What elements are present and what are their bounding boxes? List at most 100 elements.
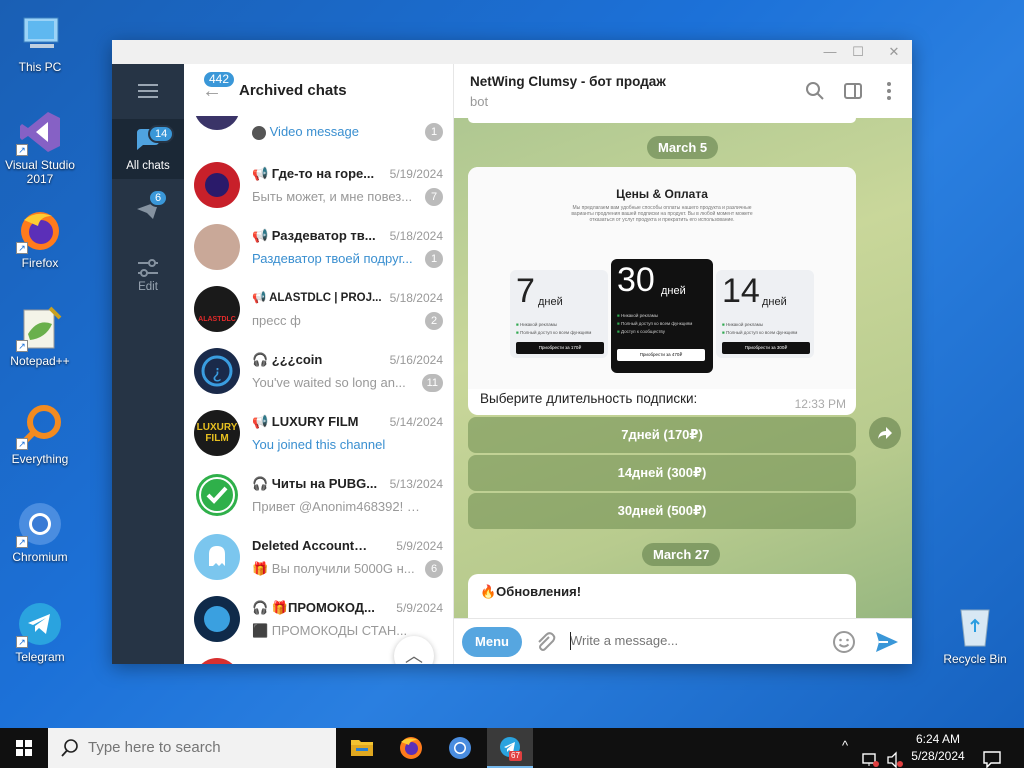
avatar: ALASTDLC bbox=[194, 286, 240, 332]
telegram-window: — ☐ ✕ 14 All chats 6 Edit ← 442 Archived… bbox=[112, 40, 912, 664]
forward-button[interactable] bbox=[869, 417, 901, 449]
forward-arrow-icon bbox=[878, 427, 892, 439]
chat-name: 🎧 ¿¿¿coin bbox=[252, 352, 323, 367]
taskbar-file-explorer[interactable] bbox=[339, 728, 385, 768]
sliders-icon bbox=[138, 259, 158, 277]
taskbar-chromium[interactable] bbox=[437, 728, 483, 768]
desktop-icon-recycle-bin[interactable]: Recycle Bin bbox=[937, 602, 1013, 666]
unread-badge: 14 bbox=[148, 125, 175, 143]
desktop-icon-everything[interactable]: ↗ Everything bbox=[2, 402, 78, 466]
chat-row[interactable]: 📢 Раздеватор тв... 5/18/2024 Раздеватор … bbox=[184, 216, 453, 278]
message-input[interactable] bbox=[570, 633, 810, 648]
bot-menu-button[interactable]: Menu bbox=[462, 627, 522, 657]
conversation-panel: NetWing Clumsy - бот продаж bot March 5 … bbox=[454, 64, 912, 664]
windows-logo-icon bbox=[16, 740, 32, 756]
chat-row[interactable]: 📢 Где-то на горе... 5/19/2024 Быть может… bbox=[184, 154, 453, 216]
chat-row[interactable]: Deleted Account SCAM 5/9/2024 🎁 Вы получи… bbox=[184, 526, 453, 588]
chat-preview: You joined this channel bbox=[252, 437, 386, 452]
avatar: ¿ bbox=[194, 348, 240, 394]
chat-row[interactable]: ¿ 🎧 ¿¿¿coin 5/16/2024 You've waited so l… bbox=[184, 340, 453, 402]
folder-channels[interactable]: 6 bbox=[112, 189, 184, 239]
chat-date: 5/13/2024 bbox=[389, 477, 443, 491]
chat-preview: Video message bbox=[252, 124, 422, 140]
tray-overflow-chevron[interactable]: ^ bbox=[842, 738, 848, 768]
network-icon[interactable] bbox=[862, 740, 880, 768]
pricing-message[interactable]: Цены & Оплата Мы предлагаем вам удобные … bbox=[468, 167, 856, 415]
desktop-icon-firefox[interactable]: ↗ Firefox bbox=[2, 206, 78, 270]
chat-date: 5/9/2024 bbox=[396, 539, 443, 553]
avatar bbox=[194, 224, 240, 270]
desktop-icon-this-pc[interactable]: This PC bbox=[2, 10, 78, 74]
message-time: 12:33 PM bbox=[794, 397, 846, 411]
desktop-icon-visual-studio[interactable]: ↗ Visual Studio 2017 bbox=[2, 108, 78, 186]
chat-preview: пресс ф bbox=[252, 313, 301, 328]
folder-all-chats[interactable]: 14 All chats bbox=[112, 119, 184, 179]
plan-card-7: 7 дней Никакой рекламы Полный доступ ко … bbox=[510, 270, 608, 358]
keyboard-button-14-days[interactable]: 14дней (300₽) bbox=[468, 455, 856, 491]
chat-preview: ⬛ ПРОМОКОДЫ СТАН... bbox=[252, 623, 408, 638]
recycle-bin-icon bbox=[951, 602, 999, 650]
taskbar-clock[interactable]: 6:24 AM 5/28/2024 bbox=[908, 731, 968, 765]
chat-preview: Быть может, и мне повез... bbox=[252, 189, 413, 204]
pricing-title: Цены & Оплата bbox=[616, 187, 708, 201]
conversation-header[interactable]: NetWing Clumsy - бот продаж bot bbox=[454, 64, 912, 118]
chat-date: 5/18/2024 bbox=[389, 229, 443, 243]
telegram-icon: ↗ bbox=[16, 600, 64, 648]
paperclip-icon[interactable] bbox=[534, 631, 556, 653]
desktop-icon-label: Telegram bbox=[15, 650, 65, 664]
pricing-image[interactable]: Цены & Оплата Мы предлагаем вам удобные … bbox=[468, 167, 856, 389]
chromium-icon: ↗ bbox=[16, 500, 64, 548]
desktop-icon-telegram[interactable]: ↗ Telegram bbox=[2, 600, 78, 664]
taskbar-firefox[interactable] bbox=[388, 728, 434, 768]
desktop-icon-notepadpp[interactable]: ↗ Notepad++ bbox=[2, 304, 78, 368]
keyboard-button-7-days[interactable]: 7дней (170₽) bbox=[468, 417, 856, 453]
unread-count: 2 bbox=[425, 312, 443, 330]
chat-preview: Привет @Anonim468392! Вы ... bbox=[252, 499, 422, 514]
close-button[interactable]: ✕ bbox=[880, 42, 908, 62]
chat-name: Deleted Account SCAM bbox=[252, 538, 382, 553]
keyboard-button-30-days[interactable]: 30дней (500₽) bbox=[468, 493, 856, 529]
search-input[interactable] bbox=[88, 739, 318, 756]
plan-feature: Никакой рекламы bbox=[516, 322, 557, 327]
folder-label: Edit bbox=[138, 281, 158, 293]
chat-preview: 🎁 Вы получили 5000G н... bbox=[252, 561, 415, 576]
volume-muted-icon[interactable] bbox=[886, 740, 904, 768]
telegram-icon bbox=[500, 737, 520, 757]
avatar-text: LUXURY FILM bbox=[196, 422, 238, 444]
start-button[interactable] bbox=[0, 728, 48, 768]
plan-unit: дней bbox=[762, 296, 787, 308]
chat-row[interactable]: ALASTDLC 📢 ALASTDLC | PROJ... 5/18/2024 … bbox=[184, 278, 453, 340]
chat-row[interactable]: LUXURY FILM 📢 LUXURY FILM 5/14/2024 You … bbox=[184, 402, 453, 464]
message-composer: Menu bbox=[454, 618, 912, 664]
desktop-icon-label: Notepad++ bbox=[10, 354, 70, 368]
folder-edit[interactable]: Edit bbox=[112, 254, 184, 304]
taskbar: 67 ^ 6:24 AM 5/28/2024 bbox=[0, 728, 1024, 768]
chat-date: 5/9/2024 bbox=[396, 601, 443, 615]
more-options-icon[interactable] bbox=[878, 80, 900, 102]
plan-number: 7 bbox=[516, 272, 535, 310]
hamburger-menu-icon[interactable] bbox=[138, 84, 158, 102]
chat-name: 📢 Где-то на горе... bbox=[252, 166, 375, 181]
window-titlebar[interactable]: — ☐ ✕ bbox=[112, 40, 912, 64]
chatlist-title: Archived chats bbox=[239, 82, 347, 99]
everything-search-icon: ↗ bbox=[16, 402, 64, 450]
chat-preview: Раздеватор твоей подруг... bbox=[252, 251, 413, 266]
emoji-icon[interactable] bbox=[832, 630, 856, 654]
maximize-button[interactable]: ☐ bbox=[844, 42, 872, 62]
notifications-icon[interactable] bbox=[982, 739, 1002, 768]
search-icon[interactable] bbox=[804, 80, 826, 102]
desktop-icon-chromium[interactable]: ↗ Chromium bbox=[2, 500, 78, 564]
taskbar-telegram[interactable]: 67 bbox=[487, 728, 533, 768]
chat-row[interactable]: 🎧 Читы на PUBG... 5/13/2024 Привет @Anon… bbox=[184, 464, 453, 526]
chat-name: 📢 ALASTDLC | PROJ... bbox=[252, 292, 382, 304]
taskbar-search[interactable] bbox=[48, 728, 336, 768]
clock-time: 6:24 AM bbox=[915, 732, 961, 746]
desktop-icon-label: Chromium bbox=[12, 550, 68, 564]
plan-unit: дней bbox=[538, 296, 563, 308]
minimize-button[interactable]: — bbox=[816, 42, 844, 62]
sidebar-toggle-icon[interactable] bbox=[842, 80, 864, 102]
shortcut-arrow-icon: ↗ bbox=[16, 144, 28, 156]
unread-count: 7 bbox=[425, 188, 443, 206]
shortcut-arrow-icon: ↗ bbox=[16, 536, 28, 548]
send-icon[interactable] bbox=[874, 630, 900, 654]
